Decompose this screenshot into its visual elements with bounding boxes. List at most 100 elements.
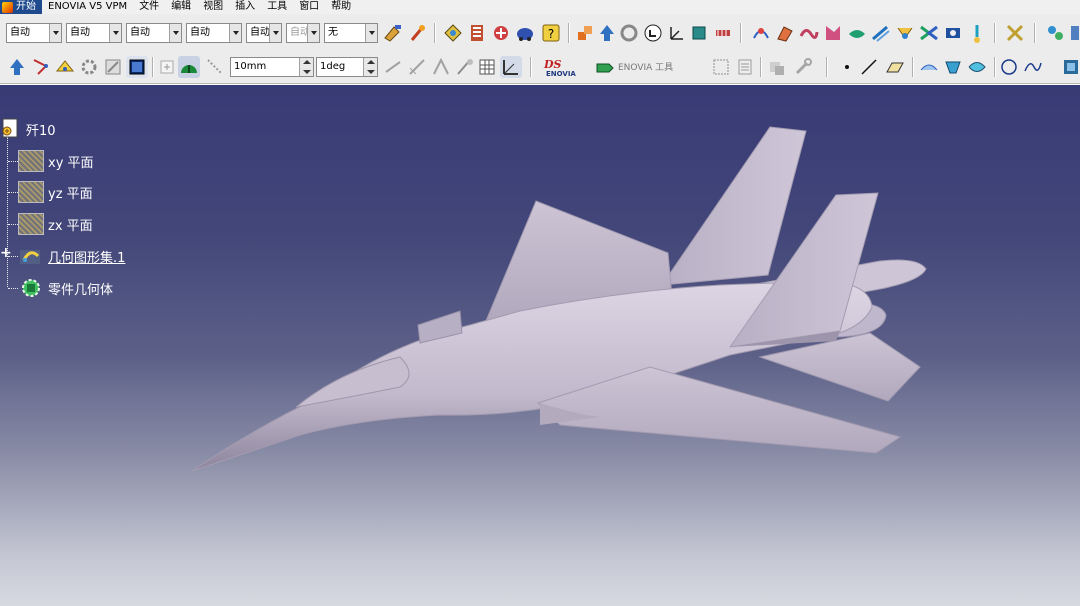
length-spinner[interactable]: 10mm [230,57,314,77]
product-icon[interactable] [766,56,788,78]
constraint-icon[interactable] [30,56,52,78]
point-tool-icon[interactable] [836,56,858,78]
plane-tool-icon[interactable] [884,56,906,78]
sketch-tools-icon[interactable] [102,56,124,78]
menu-file[interactable]: 文件 [133,0,165,14]
geometric-constraint-icon[interactable] [406,56,428,78]
color-icon[interactable] [406,22,428,44]
measure-item-icon[interactable] [966,22,988,44]
help-icon[interactable]: ? [540,22,562,44]
line-type-combo[interactable]: 自动 [186,23,242,43]
expand-plus-icon[interactable]: + [0,245,12,261]
sweep-icon[interactable] [774,22,796,44]
corner-icon[interactable] [1060,56,1080,78]
tree-item-zx-plane[interactable]: zx 平面 [18,212,93,236]
axis-icon[interactable] [596,22,618,44]
length-value: 10mm [234,61,267,72]
snap-to-point-icon[interactable] [178,56,200,78]
catalog-browser-icon[interactable] [1004,22,1026,44]
spinner-arrows-icon[interactable] [363,58,377,76]
layer-mode-combo[interactable]: 自动 [286,23,320,43]
construction-icon[interactable] [204,56,226,78]
extrude-surface-icon[interactable] [918,56,940,78]
point-type-combo[interactable]: 自动 [246,23,282,43]
revolve-surface-icon[interactable] [942,56,964,78]
menu-edit[interactable]: 编辑 [165,0,197,14]
menu-window[interactable]: 窗口 [293,0,325,14]
tree-item-part-body[interactable]: 零件几何体 [18,276,113,300]
paint-icon[interactable] [382,22,404,44]
formula-icon[interactable] [490,22,512,44]
chevron-down-icon [109,24,121,42]
chevron-down-icon [269,24,281,42]
blend-icon[interactable] [822,22,844,44]
transparency-combo[interactable]: 自动 [66,23,122,43]
layer-combo[interactable]: 无 [324,23,378,43]
menu-tools[interactable]: 工具 [261,0,293,14]
plane-icon [18,212,44,236]
tree-item-yz-plane[interactable]: yz 平面 [18,180,93,204]
offset-icon[interactable] [870,22,892,44]
tree-expand-icon[interactable] [710,56,732,78]
extrude-icon[interactable] [846,22,868,44]
rotate-icon[interactable] [642,22,664,44]
plane-icon [18,180,44,204]
line-type-combo-value: 自动 [190,27,210,38]
tree-item-geometric-set[interactable]: 几何图形集.1 [18,244,125,268]
menu-insert[interactable]: 插入 [229,0,261,14]
sketch-icon[interactable] [442,22,464,44]
grid-toggle-icon[interactable] [156,56,178,78]
tree-root-label: 歼10 [26,123,56,139]
part-body-icon [18,276,44,300]
plane-icon[interactable] [712,22,734,44]
chevron-down-icon [307,24,319,42]
tree-item-xy-plane[interactable]: xy 平面 [18,149,94,173]
render-icon[interactable] [618,22,640,44]
line-tool-icon[interactable] [858,56,880,78]
menu-start[interactable]: 开始 [0,0,42,14]
spinner-arrows-icon[interactable] [299,58,313,76]
measure-icon[interactable] [942,22,964,44]
surface-icon[interactable] [750,22,772,44]
ds-enovia-logo-icon[interactable]: DS ENOVIA [542,56,586,78]
join-icon[interactable] [894,22,916,44]
chevron-down-icon [229,24,241,42]
dimension-icon[interactable] [382,56,404,78]
menu-start-label: 开始 [16,1,36,12]
toolbar-row-1: 自动 自动 自动 自动 自动 自动 无 ? [0,17,1080,49]
layer-combo-value: 无 [328,27,338,38]
wrench-icon[interactable] [792,56,814,78]
menu-help[interactable]: 帮助 [325,0,357,14]
view-mode-icon[interactable] [126,56,148,78]
color-combo[interactable]: 自动 [6,23,62,43]
split-icon[interactable] [918,22,940,44]
auto-constraint-icon[interactable] [430,56,452,78]
workbench-icon[interactable] [1044,22,1066,44]
workbench-more-icon[interactable] [1068,22,1080,44]
snap-icon[interactable] [54,56,76,78]
menu-enovia[interactable]: ENOVIA V5 VPM [42,0,133,14]
spline-icon[interactable] [1022,56,1044,78]
point-icon[interactable] [666,22,688,44]
animate-icon[interactable] [454,56,476,78]
3d-viewport[interactable]: 歼10 xy 平面 yz 平面 zx 平面 + 几何图形集.1 零件几何体 [0,85,1080,606]
list-icon[interactable] [734,56,756,78]
gear-icon[interactable] [78,56,100,78]
update-icon[interactable] [6,56,28,78]
line-icon[interactable] [688,22,710,44]
tools-icon[interactable] [574,22,596,44]
enovia-tools-icon[interactable] [594,56,616,78]
plane-icon [18,149,44,173]
axis-toggle-icon[interactable] [500,56,522,78]
fill-icon[interactable] [798,22,820,44]
menu-view[interactable]: 视图 [197,0,229,14]
knowledge-icon[interactable] [466,22,488,44]
circle-icon[interactable] [998,56,1020,78]
angle-spinner[interactable]: 1deg [316,57,378,77]
sphere-surface-icon[interactable] [966,56,988,78]
line-thickness-combo[interactable]: 自动 [126,23,182,43]
tree-root[interactable]: 歼10 [0,117,56,141]
tree-item-label: 零件几何体 [48,282,114,298]
catalog-icon[interactable] [514,22,536,44]
grid-icon[interactable] [476,56,498,78]
